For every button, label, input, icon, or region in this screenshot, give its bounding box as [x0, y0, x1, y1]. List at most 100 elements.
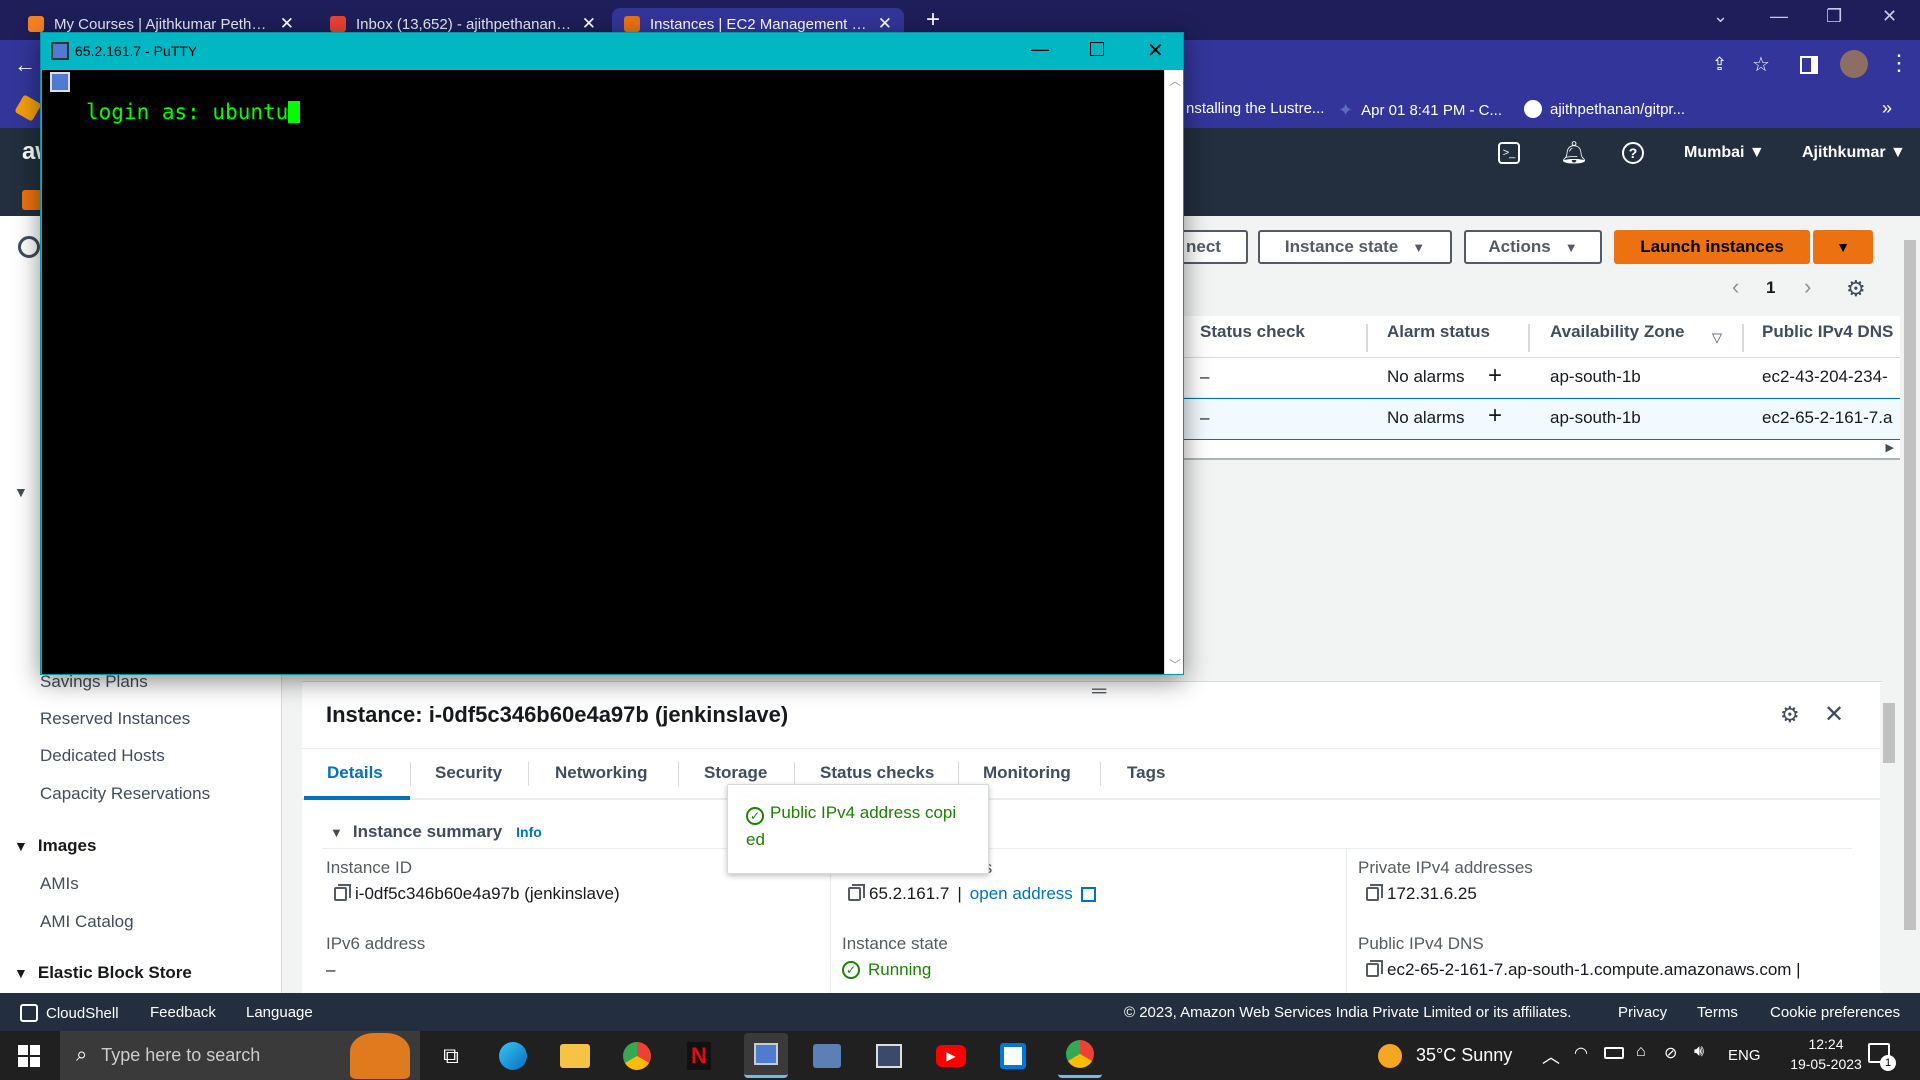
- sidebar-section-ebs[interactable]: ▼ Elastic Block Store: [14, 963, 192, 983]
- putty-title-bar[interactable]: 65.2.161.7 - PuTTY — ✕: [41, 33, 1183, 70]
- public-dns-value[interactable]: ec2-65-2-161-7.ap-south-1.compute.amazon…: [1366, 960, 1801, 980]
- scroll-down-icon[interactable]: ﹀: [1169, 656, 1181, 673]
- meet-now-icon[interactable]: ⌂: [1636, 1043, 1646, 1061]
- back-arrow-icon[interactable]: ←: [14, 52, 36, 78]
- cloudshell-footer-button[interactable]: CloudShell: [20, 1004, 119, 1022]
- sort-caret-icon[interactable]: ▽: [1712, 330, 1722, 346]
- column-header[interactable]: Status check: [1200, 322, 1305, 342]
- cloudshell-icon[interactable]: >_: [1498, 142, 1520, 164]
- caret-down-icon[interactable]: ▼: [14, 484, 28, 500]
- bookmark-item[interactable]: ajithpethanan/gitpr...: [1524, 100, 1685, 118]
- external-link-icon[interactable]: [1080, 886, 1096, 902]
- terms-link[interactable]: Terms: [1697, 1004, 1738, 1021]
- windows-start-icon[interactable]: [18, 1045, 40, 1067]
- actions-button[interactable]: Actions ▼: [1464, 230, 1602, 264]
- task-view-icon[interactable]: ⧉: [434, 1039, 468, 1073]
- private-ipv4-value[interactable]: 172.31.6.25: [1366, 884, 1477, 904]
- close-tab-icon[interactable]: ✕: [280, 14, 294, 34]
- profile-avatar[interactable]: [1840, 50, 1868, 78]
- column-header[interactable]: Availability Zone: [1550, 322, 1684, 342]
- tab-monitoring[interactable]: Monitoring: [983, 763, 1071, 783]
- copy-icon[interactable]: [1366, 960, 1383, 977]
- weather-sun-icon[interactable]: [1378, 1044, 1402, 1068]
- clock[interactable]: 12:24 19-05-2023: [1776, 1034, 1876, 1074]
- wifi-off-icon[interactable]: ⊘: [1664, 1043, 1677, 1063]
- chrome-profile-icon[interactable]: [1066, 1040, 1094, 1068]
- panel-scrollbar-thumb[interactable]: [1883, 703, 1895, 763]
- public-ipv4-value[interactable]: 65.2.161.7 | open address: [848, 884, 1096, 904]
- cookie-preferences-link[interactable]: Cookie preferences: [1770, 1004, 1900, 1021]
- show-hidden-icons-icon[interactable]: ︿: [1542, 1043, 1560, 1069]
- netflix-icon[interactable]: N: [687, 1042, 711, 1070]
- remote-desktop-icon[interactable]: [813, 1044, 841, 1068]
- sidebar-item-dedicated-hosts[interactable]: Dedicated Hosts: [40, 746, 165, 766]
- new-tab-button[interactable]: +: [926, 6, 940, 34]
- sidebar-item-savings-plans[interactable]: Savings Plans: [40, 672, 148, 692]
- scroll-right-icon[interactable]: ▶: [1886, 441, 1894, 454]
- instance-state-button[interactable]: Instance state ▼: [1258, 230, 1452, 264]
- page-scrollbar[interactable]: [1900, 220, 1920, 993]
- side-panel-icon[interactable]: [1800, 56, 1818, 74]
- tab-security[interactable]: Security: [435, 763, 502, 783]
- putty-window[interactable]: 65.2.161.7 - PuTTY — ✕ login as: ubuntu …: [40, 32, 1184, 675]
- next-page-icon[interactable]: ›: [1804, 274, 1811, 300]
- file-explorer-icon[interactable]: [560, 1044, 590, 1068]
- youtube-icon[interactable]: ▶: [936, 1045, 966, 1067]
- terminal-scrollbar[interactable]: ︿ ﹀: [1164, 70, 1183, 674]
- column-divider[interactable]: [1528, 324, 1530, 352]
- puttygen-icon[interactable]: [876, 1044, 902, 1068]
- column-header[interactable]: Public IPv4 DNS: [1762, 322, 1893, 342]
- collapse-nav-icon[interactable]: [18, 236, 40, 258]
- minimize-window-icon[interactable]: —: [1770, 6, 1788, 27]
- instance-id-value[interactable]: i-0df5c346b60e4a97b (jenkinslave): [334, 884, 620, 904]
- panel-settings-gear-icon[interactable]: ⚙: [1780, 702, 1800, 728]
- volume-icon[interactable]: 🔊︎: [1694, 1043, 1704, 1061]
- tab-networking[interactable]: Networking: [555, 763, 648, 783]
- putty-app-icon[interactable]: [51, 42, 69, 60]
- bookmark-star-icon[interactable]: ☆: [1752, 52, 1770, 77]
- sidebar-item-reserved-instances[interactable]: Reserved Instances: [40, 709, 190, 729]
- bookmark-item[interactable]: ✦ Apr 01 8:41 PM - C...: [1338, 100, 1502, 121]
- apps-icon[interactable]: [14, 94, 42, 122]
- edge-icon[interactable]: [499, 1042, 527, 1070]
- open-address-link[interactable]: open address: [970, 884, 1073, 904]
- close-tab-icon[interactable]: ✕: [582, 14, 596, 34]
- column-divider[interactable]: [1366, 324, 1368, 352]
- prev-page-icon[interactable]: ‹: [1732, 274, 1739, 300]
- ec2-service-icon[interactable]: [22, 190, 42, 210]
- add-alarm-icon[interactable]: +: [1488, 362, 1502, 390]
- panel-scrollbar[interactable]: [1880, 683, 1898, 991]
- tab-tags[interactable]: Tags: [1127, 763, 1165, 783]
- sidebar-section-images[interactable]: ▼ Images: [14, 836, 96, 856]
- share-icon[interactable]: ⇪: [1712, 54, 1727, 75]
- network-icon[interactable]: ◠: [1574, 1043, 1588, 1063]
- privacy-link[interactable]: Privacy: [1618, 1004, 1667, 1021]
- copy-icon[interactable]: [334, 884, 351, 901]
- region-selector[interactable]: Mumbai ▼: [1684, 144, 1765, 162]
- drag-handle-icon[interactable]: ═: [1092, 680, 1106, 703]
- microsoft-store-icon[interactable]: [1000, 1043, 1026, 1069]
- tab-search-icon[interactable]: ⌄: [1713, 6, 1728, 27]
- notifications-bell-icon[interactable]: 🔔︎: [1560, 140, 1588, 166]
- page-number[interactable]: 1: [1766, 278, 1775, 298]
- minimize-icon[interactable]: —: [1031, 39, 1049, 60]
- close-icon[interactable]: ✕: [1147, 38, 1164, 63]
- language-link[interactable]: Language: [246, 1004, 313, 1021]
- info-link[interactable]: Info: [516, 824, 542, 840]
- instance-summary-toggle[interactable]: ▼ Instance summary Info: [330, 822, 542, 842]
- launch-instances-button[interactable]: Launch instances: [1614, 230, 1810, 264]
- bookmarks-overflow-icon[interactable]: »: [1882, 98, 1892, 119]
- weather-text[interactable]: 35°C Sunny: [1416, 1045, 1512, 1066]
- maximize-icon[interactable]: [1090, 42, 1104, 56]
- horizontal-scrollbar[interactable]: ▶: [1160, 440, 1900, 460]
- add-alarm-icon[interactable]: +: [1488, 402, 1502, 430]
- close-window-icon[interactable]: ✕: [1882, 6, 1897, 27]
- putty-taskbar-icon[interactable]: [754, 1043, 778, 1065]
- copy-icon[interactable]: [848, 884, 865, 901]
- notification-center-icon[interactable]: 1: [1868, 1043, 1896, 1071]
- restore-window-icon[interactable]: ❐: [1826, 6, 1842, 27]
- column-header[interactable]: Alarm status: [1387, 322, 1490, 342]
- sidebar-item-capacity-reservations[interactable]: Capacity Reservations: [40, 784, 210, 804]
- close-panel-icon[interactable]: ✕: [1824, 700, 1844, 729]
- bookmark-item[interactable]: nstalling the Lustre...: [1186, 100, 1324, 117]
